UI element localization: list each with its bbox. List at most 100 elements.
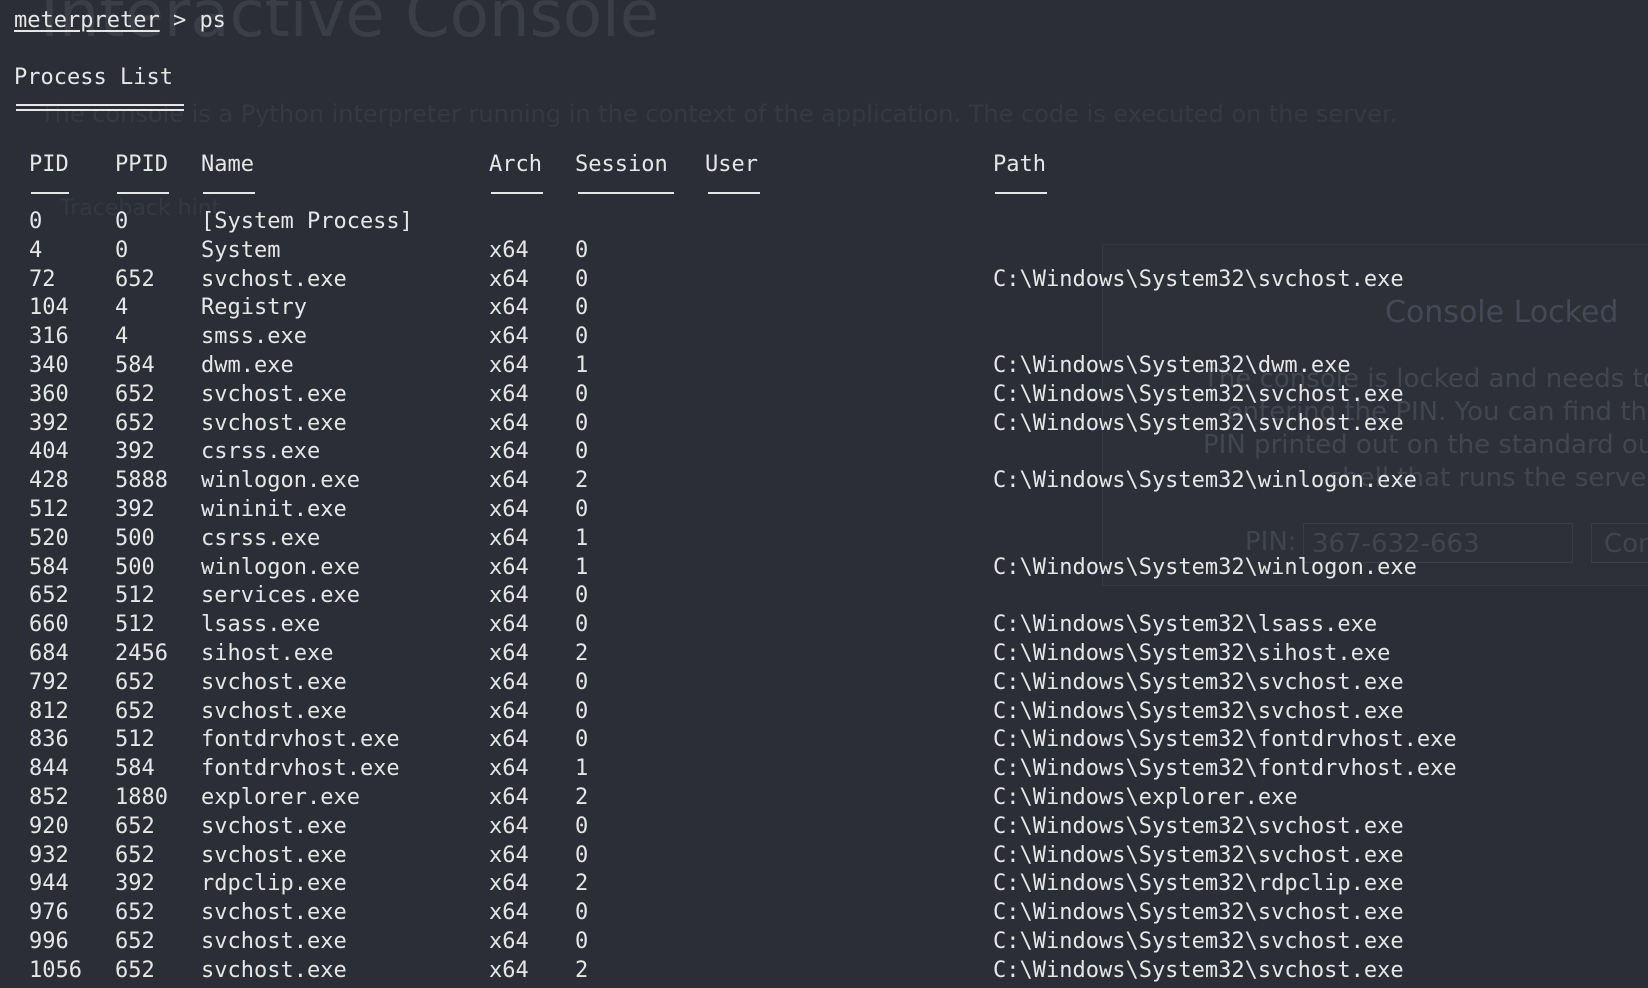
name-cell: rdpclip.exe	[201, 871, 347, 897]
table-row: 1056 652 svchost.exe x64 2 C:\Windows\System3…	[0, 957, 1648, 986]
table-row: 360 652 svchost.exe x64 0 C:\Windows\System32…	[0, 381, 1648, 410]
column-header-user: User	[705, 152, 758, 177]
name-cell: svchost.exe	[201, 698, 347, 724]
name-cell: svchost.exe	[201, 266, 347, 292]
arch-cell: x64	[489, 410, 529, 436]
ppid-cell: 392	[115, 496, 155, 522]
ppid-cell: 1880	[115, 784, 168, 810]
table-row: 404 392 csrss.exe x64 0	[0, 438, 1648, 467]
name-cell: wininit.exe	[201, 496, 347, 522]
column-header-pid: PID	[29, 152, 69, 177]
section-title: Process List	[14, 65, 173, 90]
ppid-cell: 2456	[115, 640, 168, 666]
ppid-cell: 652	[115, 266, 155, 292]
column-rule-pid	[31, 192, 69, 194]
arch-cell: x64	[489, 295, 529, 321]
pid-cell: 392	[29, 410, 69, 436]
arch-cell: x64	[489, 324, 529, 350]
ppid-cell: 392	[115, 871, 155, 897]
column-rule-session	[578, 192, 674, 194]
arch-cell: x64	[489, 727, 529, 753]
ppid-cell: 652	[115, 669, 155, 695]
name-cell: svchost.exe	[201, 842, 347, 868]
process-table-body: 0 0 [System Process] 4 0 System x64 0 72 652 svc…	[0, 208, 1648, 986]
path-cell: C:\Windows\System32\rdpclip.exe	[993, 871, 1404, 897]
pid-cell: 512	[29, 496, 69, 522]
path-cell: C:\Windows\explorer.exe	[993, 784, 1298, 810]
ppid-cell: 652	[115, 698, 155, 724]
path-cell: C:\Windows\System32\sihost.exe	[993, 640, 1391, 666]
terminal-output: meterpreter > ps Process List PID PPID N…	[0, 0, 1648, 988]
table-row: 660 512 lsass.exe x64 0 C:\Windows\System32\l…	[0, 611, 1648, 640]
table-row: 996 652 svchost.exe x64 0 C:\Windows\System32…	[0, 928, 1648, 957]
arch-cell: x64	[489, 698, 529, 724]
session-cell: 0	[575, 698, 589, 724]
name-cell: winlogon.exe	[201, 468, 360, 494]
name-cell: [System Process]	[201, 209, 413, 234]
table-row: 812 652 svchost.exe x64 0 C:\Windows\System32…	[0, 698, 1648, 727]
table-row: 920 652 svchost.exe x64 0 C:\Windows\System32…	[0, 813, 1648, 842]
ppid-cell: 500	[115, 525, 155, 551]
pid-cell: 584	[29, 554, 69, 580]
path-cell: C:\Windows\System32\svchost.exe	[993, 928, 1404, 954]
session-cell: 1	[575, 554, 589, 580]
name-cell: dwm.exe	[201, 352, 294, 378]
table-row: 932 652 svchost.exe x64 0 C:\Windows\System32…	[0, 842, 1648, 871]
arch-cell: x64	[489, 525, 529, 551]
path-cell: C:\Windows\System32\lsass.exe	[993, 612, 1378, 638]
arch-cell: x64	[489, 813, 529, 839]
table-row: 844 584 fontdrvhost.exe x64 1 C:\Windows\Syst…	[0, 755, 1648, 784]
name-cell: sihost.exe	[201, 640, 334, 666]
name-cell: svchost.exe	[201, 957, 347, 983]
command-prompt: meterpreter > ps	[14, 6, 226, 36]
name-cell: svchost.exe	[201, 928, 347, 954]
ppid-cell: 392	[115, 439, 155, 465]
ppid-cell: 652	[115, 381, 155, 407]
session-cell: 0	[575, 410, 589, 436]
pid-cell: 920	[29, 813, 69, 839]
session-cell: 2	[575, 871, 589, 897]
ppid-cell: 652	[115, 813, 155, 839]
name-cell: csrss.exe	[201, 525, 321, 551]
path-cell: C:\Windows\System32\svchost.exe	[993, 813, 1404, 839]
name-cell: csrss.exe	[201, 439, 321, 465]
column-rule-user	[708, 192, 760, 194]
column-rule-path	[995, 192, 1047, 194]
section-title-rule	[16, 104, 184, 111]
table-row: 852 1880 explorer.exe x64 2 C:\Windows\explor…	[0, 784, 1648, 813]
session-cell: 0	[575, 928, 589, 954]
session-cell: 2	[575, 640, 589, 666]
ppid-cell: 0	[115, 209, 129, 234]
session-cell: 2	[575, 784, 589, 810]
arch-cell: x64	[489, 756, 529, 782]
column-header-path: Path	[993, 152, 1046, 177]
name-cell: Registry	[201, 295, 307, 321]
session-cell: 0	[575, 612, 589, 638]
table-row: 944 392 rdpclip.exe x64 2 C:\Windows\System32…	[0, 870, 1648, 899]
arch-cell: x64	[489, 669, 529, 695]
path-cell: C:\Windows\System32\svchost.exe	[993, 381, 1404, 407]
path-cell: C:\Windows\System32\dwm.exe	[993, 352, 1351, 378]
pid-cell: 660	[29, 612, 69, 638]
path-cell: C:\Windows\System32\winlogon.exe	[993, 554, 1417, 580]
table-row: 584 500 winlogon.exe x64 1 C:\Windows\System3…	[0, 554, 1648, 583]
pid-cell: 0	[29, 209, 43, 234]
pid-cell: 428	[29, 468, 69, 494]
table-row: 316 4 smss.exe x64 0	[0, 323, 1648, 352]
path-cell: C:\Windows\System32\svchost.exe	[993, 698, 1404, 724]
path-cell: C:\Windows\System32\fontdrvhost.exe	[993, 756, 1457, 782]
name-cell: fontdrvhost.exe	[201, 727, 400, 753]
name-cell: svchost.exe	[201, 381, 347, 407]
name-cell: svchost.exe	[201, 410, 347, 436]
name-cell: System	[201, 237, 281, 263]
name-cell: winlogon.exe	[201, 554, 360, 580]
ppid-cell: 500	[115, 554, 155, 580]
ppid-cell: 652	[115, 900, 155, 926]
column-header-name: Name	[201, 152, 254, 177]
table-row: 0 0 [System Process]	[0, 208, 1648, 237]
path-cell: C:\Windows\System32\fontdrvhost.exe	[993, 727, 1457, 753]
pid-cell: 792	[29, 669, 69, 695]
session-cell: 0	[575, 266, 589, 292]
session-cell: 0	[575, 900, 589, 926]
column-rule-arch	[491, 192, 543, 194]
